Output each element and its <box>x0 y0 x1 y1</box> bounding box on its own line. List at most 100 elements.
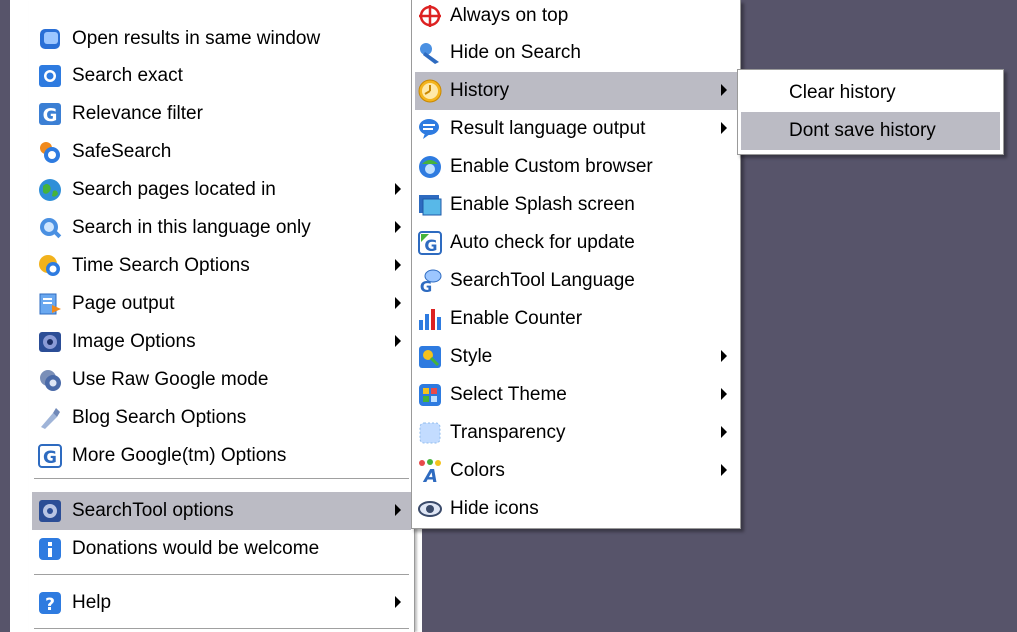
svg-text:G: G <box>43 105 58 126</box>
submenu-arrow-icon <box>395 335 401 347</box>
menu-item-label: Help <box>72 592 112 613</box>
image-options-icon <box>37 329 63 355</box>
main-context-menu: Open results in same window Search exact… <box>29 0 415 632</box>
menu-item-hide-icons[interactable]: Hide icons <box>415 490 737 528</box>
menu-item-label: Result language output <box>450 118 646 139</box>
menu-item-raw-google-mode[interactable]: Use Raw Google mode <box>32 361 411 399</box>
menu-item-transparency[interactable]: Transparency <box>415 414 737 452</box>
menu-item-label: Clear history <box>789 82 896 103</box>
menu-item-label: Dont save history <box>789 120 936 141</box>
menu-item-label: SearchTool options <box>72 500 234 521</box>
submenu-arrow-icon <box>721 464 727 476</box>
menu-item-label: Colors <box>450 460 505 481</box>
theme-icon <box>417 382 443 408</box>
menu-separator <box>34 478 409 480</box>
menu-item-label: Search in this language only <box>72 217 311 238</box>
menu-item-label: SafeSearch <box>72 141 172 162</box>
menu-item-page-output[interactable]: Page output <box>32 285 411 323</box>
menu-item-auto-check-update[interactable]: G Auto check for update <box>415 224 737 262</box>
menu-item-hide-on-search[interactable]: Hide on Search <box>415 34 737 72</box>
google-options-icon: G <box>37 443 63 469</box>
menu-item-label: Page output <box>72 293 175 314</box>
menu-item-label: More Google(tm) Options <box>72 445 287 466</box>
submenu-arrow-icon <box>395 259 401 271</box>
menu-item-label: Relevance filter <box>72 103 203 124</box>
menu-item-image-options[interactable]: Image Options <box>32 323 411 361</box>
menu-item-searchtool-options[interactable]: SearchTool options <box>32 492 411 530</box>
menu-item-label: Use Raw Google mode <box>72 369 269 390</box>
menu-item-search-pages-located-in[interactable]: Search pages located in <box>32 171 411 209</box>
style-icon <box>417 344 443 370</box>
menu-item-label: History <box>450 80 510 101</box>
menu-item-select-theme[interactable]: Select Theme <box>415 376 737 414</box>
hide-search-icon <box>417 40 443 66</box>
menu-item-enable-splash-screen[interactable]: Enable Splash screen <box>415 186 737 224</box>
menu-item-always-on-top[interactable]: Always on top <box>415 0 737 35</box>
menu-item-safesearch[interactable]: SafeSearch <box>32 133 411 171</box>
window-icon <box>37 26 63 52</box>
searchtool-options-icon <box>37 498 63 524</box>
menu-item-label: Enable Counter <box>450 308 583 329</box>
splash-icon <box>417 192 443 218</box>
result-language-icon <box>417 116 443 142</box>
menu-item-clear-history[interactable]: Clear history <box>741 74 1000 112</box>
menu-item-label: Always on top <box>450 5 569 26</box>
menu-item-label: Search exact <box>72 65 183 86</box>
svg-text:?: ? <box>45 595 55 615</box>
submenu-arrow-icon <box>395 297 401 309</box>
menu-separator <box>34 628 409 630</box>
menu-item-enable-custom-browser[interactable]: Enable Custom browser <box>415 148 737 186</box>
searchtool-options-submenu: Always on top Hide on Search History Res… <box>411 0 741 529</box>
submenu-arrow-icon <box>721 426 727 438</box>
google-g-icon: G <box>37 101 63 127</box>
svg-text:G: G <box>43 448 57 468</box>
colors-icon: A <box>417 458 443 484</box>
menu-item-donations[interactable]: Donations would be welcome <box>32 530 411 568</box>
menu-item-label: Auto check for update <box>450 232 635 253</box>
svg-text:G: G <box>420 278 432 294</box>
window-edge <box>0 0 10 632</box>
browser-icon <box>417 154 443 180</box>
menu-item-searchtool-language[interactable]: G SearchTool Language <box>415 262 737 300</box>
update-icon: G <box>417 230 443 256</box>
counter-chart-icon <box>417 306 443 332</box>
menu-item-label: Select Theme <box>450 384 567 405</box>
menu-item-style[interactable]: Style <box>415 338 737 376</box>
menu-item-time-search-options[interactable]: Time Search Options <box>32 247 411 285</box>
pin-icon <box>417 3 443 29</box>
menu-item-label: Blog Search Options <box>72 407 247 428</box>
transparency-icon <box>417 420 443 446</box>
menu-item-label: Search pages located in <box>72 179 276 200</box>
info-icon <box>37 536 63 562</box>
menu-item-label: Transparency <box>450 422 566 443</box>
menu-item-search-language-only[interactable]: Search in this language only <box>32 209 411 247</box>
submenu-arrow-icon <box>721 350 727 362</box>
tool-language-icon: G <box>417 268 443 294</box>
menu-item-colors[interactable]: A Colors <box>415 452 737 490</box>
raw-mode-icon <box>37 367 63 393</box>
menu-item-more-google-options[interactable]: G More Google(tm) Options <box>32 437 411 475</box>
page-output-icon <box>37 291 63 317</box>
menu-item-history[interactable]: History <box>415 72 737 110</box>
menu-item-search-exact[interactable]: Search exact <box>32 57 411 95</box>
menu-item-open-results-same-window[interactable]: Open results in same window <box>32 20 411 58</box>
menu-item-label: Hide icons <box>450 498 539 519</box>
submenu-arrow-icon <box>395 221 401 233</box>
menu-item-blog-search-options[interactable]: Blog Search Options <box>32 399 411 437</box>
menu-item-enable-counter[interactable]: Enable Counter <box>415 300 737 338</box>
history-clock-icon <box>417 78 443 104</box>
help-icon: ? <box>37 590 63 616</box>
safesearch-icon <box>37 139 63 165</box>
menu-item-dont-save-history[interactable]: Dont save history <box>741 112 1000 150</box>
menu-item-help[interactable]: ? Help <box>32 584 411 622</box>
blog-icon <box>37 405 63 431</box>
menu-item-relevance-filter[interactable]: G Relevance filter <box>32 95 411 133</box>
clock-search-icon <box>37 253 63 279</box>
menu-item-label: Donations would be welcome <box>72 538 320 559</box>
svg-text:A: A <box>422 466 438 484</box>
menu-item-label: Open results in same window <box>72 28 321 49</box>
submenu-arrow-icon <box>721 122 727 134</box>
menu-item-label: Enable Custom browser <box>450 156 653 177</box>
search-exact-icon <box>37 63 63 89</box>
menu-item-result-language-output[interactable]: Result language output <box>415 110 737 148</box>
